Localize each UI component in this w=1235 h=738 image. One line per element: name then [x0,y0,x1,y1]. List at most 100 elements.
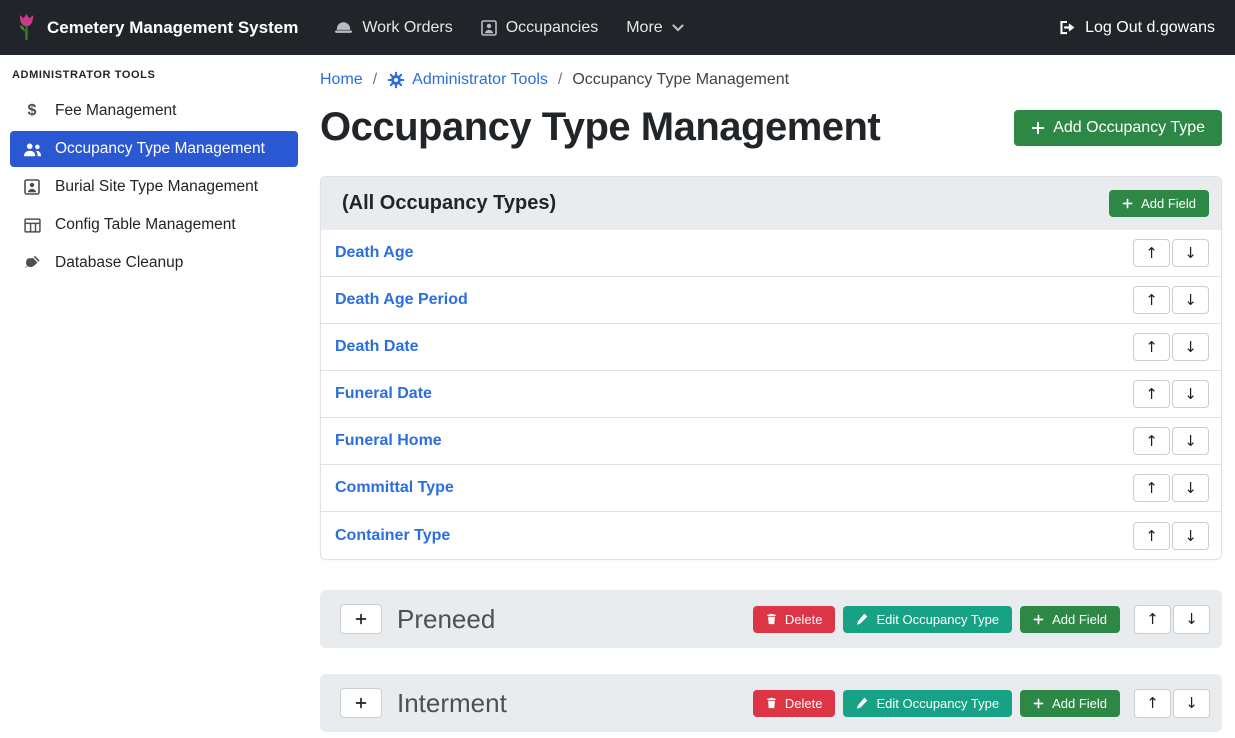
field-link[interactable]: Funeral Home [335,432,442,450]
all-occupancy-types-card: (All Occupancy Types) Add Field Death Ag… [320,176,1222,560]
expand-section-button[interactable] [340,604,382,634]
move-down-button[interactable]: ↓ [1172,380,1209,408]
add-field-button[interactable]: Add Field [1109,190,1209,217]
nav-item-label: More [626,19,662,37]
plus-icon [1033,698,1044,709]
arrow-up-icon: ↑ [1145,244,1158,262]
add-occupancy-type-button[interactable]: Add Occupancy Type [1014,110,1222,146]
arrow-down-icon: ↓ [1185,694,1198,712]
add-field-label: Add Field [1052,612,1107,627]
main-content: Home / Administrator Tools / Occupancy T… [308,55,1235,738]
move-up-button[interactable]: ↑ [1133,380,1170,408]
app-brand[interactable]: Cemetery Management System [16,13,298,42]
add-field-button[interactable]: Add Field [1020,690,1120,717]
pencil-icon [856,613,868,625]
field-list: Death Age ↑ ↓ Death Age Period ↑ ↓ Death… [321,230,1221,559]
person-frame-icon [22,179,42,195]
field-link[interactable]: Death Age Period [335,291,468,309]
field-link[interactable]: Death Date [335,338,419,356]
pencil-icon [856,697,868,709]
move-up-button[interactable]: ↑ [1133,427,1170,455]
breadcrumb: Home / Administrator Tools / Occupancy T… [320,71,1222,89]
move-up-button[interactable]: ↑ [1133,474,1170,502]
move-up-button[interactable]: ↑ [1133,239,1170,267]
sidebar-item-config-table-management[interactable]: Config Table Management [10,207,298,243]
arrow-down-icon: ↓ [1184,479,1197,497]
chevron-down-icon [672,24,684,32]
arrow-up-icon: ↑ [1145,338,1158,356]
expand-section-button[interactable] [340,688,382,718]
reorder-buttons: ↑ ↓ [1133,522,1209,550]
all-types-card-header: (All Occupancy Types) Add Field [321,177,1221,230]
reorder-buttons: ↑ ↓ [1134,689,1210,718]
reorder-buttons: ↑ ↓ [1133,333,1209,361]
edit-occupancy-type-button[interactable]: Edit Occupancy Type [843,606,1012,633]
field-link[interactable]: Funeral Date [335,385,432,403]
move-up-button[interactable]: ↑ [1133,522,1170,550]
logout-button[interactable]: Log Out d.gowans [1054,11,1219,45]
move-down-button[interactable]: ↓ [1172,474,1209,502]
work-orders-icon [334,20,353,35]
sidebar-item-label: Config Table Management [55,216,236,234]
field-row: Funeral Home ↑ ↓ [321,418,1221,465]
sidebar: ADMINISTRATOR TOOLS $ Fee Management Occ… [0,55,308,738]
arrow-up-icon: ↑ [1145,479,1158,497]
arrow-up-icon: ↑ [1146,610,1159,628]
sidebar-item-occupancy-type-management[interactable]: Occupancy Type Management [10,131,298,167]
move-down-button[interactable]: ↓ [1172,333,1209,361]
reorder-buttons: ↑ ↓ [1133,474,1209,502]
page-title: Occupancy Type Management [320,105,880,150]
plus-icon [1031,121,1045,135]
plus-icon [355,613,367,625]
edit-occupancy-type-label: Edit Occupancy Type [876,696,999,711]
field-row: Container Type ↑ ↓ [321,512,1221,559]
nav-item-more[interactable]: More [612,9,697,47]
breadcrumb-separator: / [558,71,562,89]
reorder-buttons: ↑ ↓ [1133,286,1209,314]
arrow-down-icon: ↓ [1184,432,1197,450]
arrow-down-icon: ↓ [1184,338,1197,356]
field-link[interactable]: Committal Type [335,479,454,497]
move-down-button[interactable]: ↓ [1173,605,1210,634]
field-link[interactable]: Container Type [335,527,450,545]
move-down-button[interactable]: ↓ [1172,286,1209,314]
logout-label: Log Out d.gowans [1085,19,1215,37]
add-field-label: Add Field [1052,696,1107,711]
sidebar-item-fee-management[interactable]: $ Fee Management [10,93,298,129]
nav-item-label: Work Orders [362,19,452,37]
breadcrumb-admin-tools-label: Administrator Tools [412,71,548,89]
move-up-button[interactable]: ↑ [1133,286,1170,314]
add-field-label: Add Field [1141,196,1196,211]
field-link[interactable]: Death Age [335,244,414,262]
top-navbar: Cemetery Management System Work Orders O… [0,0,1235,55]
reorder-buttons: ↑ ↓ [1134,605,1210,634]
section-title: Preneed [397,604,495,635]
move-down-button[interactable]: ↓ [1172,239,1209,267]
move-up-button[interactable]: ↑ [1134,605,1171,634]
nav-item-work-orders[interactable]: Work Orders [320,9,466,47]
edit-occupancy-type-button[interactable]: Edit Occupancy Type [843,690,1012,717]
delete-button[interactable]: Delete [753,606,836,633]
logout-icon [1058,20,1076,35]
move-up-button[interactable]: ↑ [1133,333,1170,361]
sidebar-item-burial-site-type-management[interactable]: Burial Site Type Management [10,169,298,205]
edit-occupancy-type-label: Edit Occupancy Type [876,612,999,627]
move-up-button[interactable]: ↑ [1134,689,1171,718]
nav-links: Work Orders Occupancies More [320,9,697,47]
delete-button[interactable]: Delete [753,690,836,717]
trash-icon [766,613,777,625]
breadcrumb-separator: / [373,71,377,89]
breadcrumb-home-link[interactable]: Home [320,71,363,89]
move-down-button[interactable]: ↓ [1172,522,1209,550]
field-row: Committal Type ↑ ↓ [321,465,1221,512]
add-occupancy-type-label: Add Occupancy Type [1053,119,1205,137]
move-down-button[interactable]: ↓ [1173,689,1210,718]
section-title: Interment [397,688,507,719]
nav-item-label: Occupancies [506,19,599,37]
breadcrumb-admin-tools-link[interactable]: Administrator Tools [387,71,548,89]
sections: Preneed Delete Edit Occupancy Type Add F… [320,590,1222,732]
sidebar-item-database-cleanup[interactable]: Database Cleanup [10,245,298,281]
move-down-button[interactable]: ↓ [1172,427,1209,455]
add-field-button[interactable]: Add Field [1020,606,1120,633]
nav-item-occupancies[interactable]: Occupancies [467,9,613,47]
